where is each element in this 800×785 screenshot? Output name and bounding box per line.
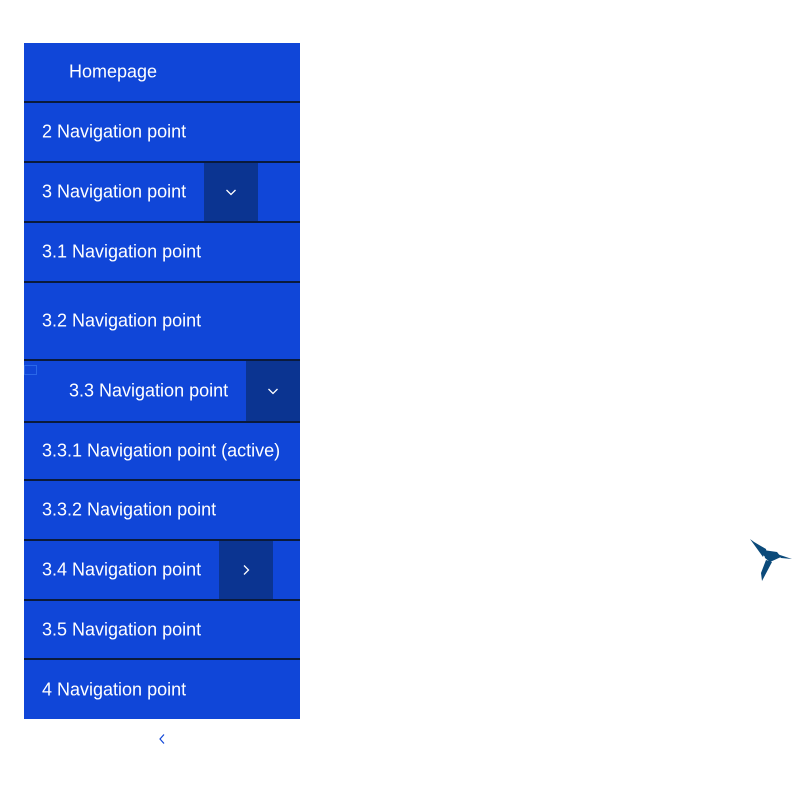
chevron-left-icon xyxy=(159,734,165,744)
nav-item-label: 3.3.2 Navigation point xyxy=(42,499,217,520)
nav-item-homepage[interactable]: Homepage xyxy=(24,43,300,103)
nav-item-label: 3.5 Navigation point xyxy=(42,619,202,639)
collapse-sidebar-button[interactable] xyxy=(152,730,172,748)
nav-item-3-4[interactable]: 3.4 Navigation point xyxy=(24,541,300,601)
expand-toggle-3[interactable] xyxy=(204,163,258,221)
nav-item-3-3-1-active[interactable]: 3.3.1 Navigation point (active) xyxy=(24,423,300,481)
nav-item-3-3[interactable]: 3.3 Navigation point xyxy=(24,361,300,423)
nav-item-3[interactable]: 3 Navigation point xyxy=(24,163,300,223)
chevron-down-icon xyxy=(268,388,278,395)
nav-item-label: 3.2 Navigation point xyxy=(42,310,202,331)
nav-item-2[interactable]: 2 Navigation point xyxy=(24,103,300,163)
nav-item-label: Homepage xyxy=(69,61,158,82)
submenu-toggle-3-4[interactable] xyxy=(219,541,273,599)
sidebar-navigation: Homepage 2 Navigation point 3 Navigation… xyxy=(24,43,300,719)
chevron-right-icon xyxy=(243,565,250,575)
focus-marker xyxy=(24,365,37,375)
nav-item-3-2[interactable]: 3.2 Navigation point xyxy=(24,283,300,361)
nav-item-label: 2 Navigation point xyxy=(42,121,187,142)
nav-item-3-1[interactable]: 3.1 Navigation point xyxy=(24,223,300,283)
nav-item-4[interactable]: 4 Navigation point xyxy=(24,660,300,719)
nav-item-label: 3 Navigation point xyxy=(42,181,187,202)
nav-item-label: 3.3.1 Navigation point (active) xyxy=(42,440,281,461)
nav-item-3-5[interactable]: 3.5 Navigation point xyxy=(24,601,300,660)
nav-item-label: 3.4 Navigation point xyxy=(42,559,202,580)
nav-item-3-3-2[interactable]: 3.3.2 Navigation point xyxy=(24,481,300,541)
nav-item-label: 3.3 Navigation point xyxy=(69,380,229,401)
hummingbird-logo xyxy=(750,539,792,581)
expand-toggle-3-3[interactable] xyxy=(246,361,300,421)
chevron-down-icon xyxy=(226,189,236,196)
nav-item-label: 4 Navigation point xyxy=(42,679,187,699)
nav-item-label: 3.1 Navigation point xyxy=(42,241,202,262)
